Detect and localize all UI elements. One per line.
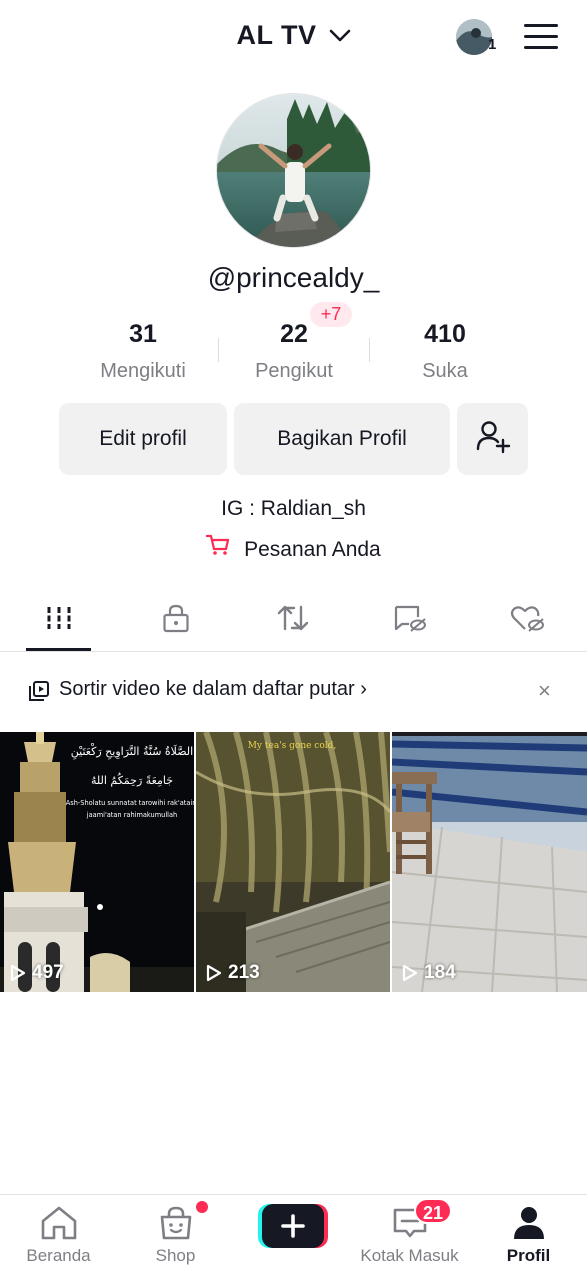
playlist-banner[interactable]: Sortir video ke dalam daftar putar › ×	[0, 668, 587, 714]
nav-shop[interactable]: Shop	[117, 1195, 234, 1280]
play-icon	[10, 964, 26, 982]
shop-notification-dot	[196, 1201, 208, 1213]
playlist-banner-text[interactable]: Sortir video ke dalam daftar putar ›	[59, 678, 367, 701]
active-tab-indicator	[26, 648, 91, 651]
profile-username: @princealdy_	[207, 262, 380, 293]
cart-icon	[206, 534, 230, 562]
profile-icon	[470, 1205, 587, 1241]
likes-label: Suka	[422, 360, 468, 382]
your-orders-link[interactable]: Pesanan Anda	[0, 535, 587, 562]
your-orders-label[interactable]: Pesanan Anda	[244, 538, 381, 561]
view-count: 184	[402, 962, 456, 984]
video-caption-arabic-2: جَامِعَةً رَحِمَكُمُ اللهُ	[91, 772, 173, 787]
create-plus-icon[interactable]	[258, 1204, 328, 1248]
video-thumbnail[interactable]: My tea's gone cold, 213	[196, 732, 390, 992]
video-caption-latin-1: Ash-Sholatu sunnatat tarowihi rak'ataini	[66, 799, 194, 807]
video-caption-arabic-1: الصَّلَاةُ سُنَّةُ التَّرَاوِيحِ رَكْعَت…	[71, 743, 193, 760]
chevron-down-icon[interactable]	[329, 19, 351, 50]
nav-inbox-label: Kotak Masuk	[360, 1246, 459, 1265]
top-header: AL TV 1	[0, 0, 587, 75]
add-friend-button[interactable]	[457, 403, 528, 475]
account-switcher[interactable]: AL TV	[0, 20, 587, 51]
share-profile-button[interactable]: Bagikan Profil	[234, 403, 450, 475]
play-icon	[402, 964, 418, 982]
likes-count: 410	[424, 320, 466, 348]
tab-private[interactable]	[117, 588, 234, 652]
profile-tabs	[0, 588, 587, 652]
close-icon[interactable]: ×	[538, 678, 551, 704]
new-followers-badge: +7	[310, 302, 352, 327]
stat-following[interactable]: 31 Mengikuti	[68, 320, 218, 383]
following-label: Mengikuti	[100, 360, 186, 382]
hidden-heart-icon	[509, 603, 545, 638]
stat-followers[interactable]: 22 Pengikut	[219, 320, 369, 383]
video-caption: My tea's gone cold,	[248, 741, 337, 751]
tab-videos[interactable]	[0, 588, 117, 652]
tab-tagged[interactable]	[351, 588, 468, 652]
account-name[interactable]: AL TV	[236, 20, 316, 50]
nav-home-label: Beranda	[26, 1246, 91, 1265]
playlist-icon	[28, 680, 50, 707]
nav-profile[interactable]: Profil	[470, 1195, 587, 1280]
hidden-tag-icon	[393, 603, 427, 638]
view-count-value: 213	[228, 962, 260, 983]
inbox-unread-badge: 21	[414, 1198, 452, 1224]
nav-shop-label: Shop	[155, 1246, 196, 1265]
chevron-right-icon: ›	[360, 678, 367, 700]
lock-icon	[162, 603, 190, 638]
nav-home[interactable]: Beranda	[0, 1195, 117, 1280]
edit-profile-button[interactable]: Edit profil	[59, 403, 227, 475]
grid-icon	[46, 604, 72, 637]
nav-profile-label: Profil	[506, 1246, 551, 1265]
profile-avatar[interactable]	[216, 93, 371, 248]
play-icon	[206, 964, 222, 982]
view-count: 213	[206, 962, 260, 984]
followers-label: Pengikut	[255, 360, 333, 382]
view-count: 497	[10, 962, 64, 984]
home-icon	[0, 1205, 117, 1241]
tab-liked[interactable]	[468, 588, 585, 652]
view-count-value: 497	[32, 962, 64, 983]
account-switch-badge: 1	[488, 36, 497, 53]
video-caption-latin-2: jaami'atan rahimakumullah	[86, 811, 177, 819]
stat-likes[interactable]: 410 Suka	[370, 320, 520, 383]
view-count-value: 184	[424, 962, 456, 983]
profile-bio: IG : Raldian_sh	[221, 497, 366, 520]
account-switch-avatar[interactable]	[456, 19, 492, 55]
shop-bag-icon	[117, 1205, 234, 1241]
hamburger-menu-icon[interactable]	[524, 24, 558, 50]
video-thumbnail[interactable]: الصَّلَاةُ سُنَّةُ التَّرَاوِيحِ رَكْعَت…	[0, 732, 194, 992]
repost-icon	[276, 602, 310, 639]
video-thumbnail[interactable]: 184	[392, 732, 587, 992]
add-user-icon	[475, 418, 511, 460]
following-count: 31	[129, 320, 157, 348]
tab-reposts[interactable]	[234, 588, 351, 652]
